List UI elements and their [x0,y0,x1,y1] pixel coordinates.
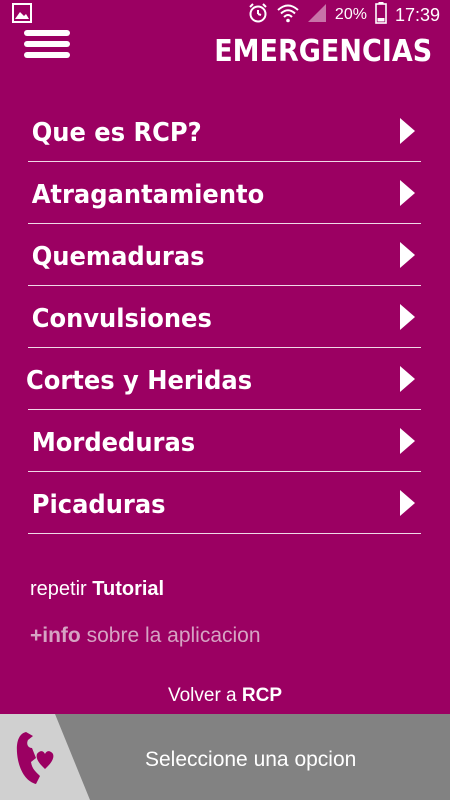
emergency-menu-list: Que es RCP? Atragantamiento Quemaduras C… [26,100,421,534]
menu-line [24,30,70,36]
hamburger-menu-icon[interactable] [24,30,70,62]
menu-item-cortes-heridas[interactable]: Cortes y Heridas [26,348,421,410]
status-time: 17:39 [394,4,440,25]
menu-item-mordeduras[interactable]: Mordeduras [28,410,421,472]
info-bold: +info [30,624,81,647]
bottom-message: Seleccione una opcion [145,748,357,771]
tutorial-bold: Tutorial [92,578,165,600]
menu-item-label: Convulsiones [31,303,212,334]
menu-item-label: Mordeduras [31,427,196,458]
chevron-right-icon [400,304,415,330]
menu-item-label: Quemaduras [31,241,205,272]
chevron-right-icon [400,490,415,516]
app-header: EMERGENCIAS [0,30,450,82]
chevron-right-icon [400,366,415,392]
signal-icon [307,3,327,28]
back-to-rcp-link[interactable]: Volver a RCP [0,685,450,707]
back-prefix: Volver a [167,685,237,706]
menu-item-label: Picaduras [31,489,166,520]
menu-item-picaduras[interactable]: Picaduras [28,472,421,534]
alarm-icon [247,2,269,29]
status-left [12,2,32,28]
menu-item-label: Que es RCP? [31,117,202,148]
chevron-right-icon [400,180,415,206]
info-suffix: sobre la aplicacion [86,624,261,647]
repeat-tutorial-link[interactable]: repetir Tutorial [30,578,164,601]
wifi-icon [277,3,299,28]
app-title: EMERGENCIAS [214,34,432,69]
status-right: 20% 17:39 [247,1,440,29]
chevron-right-icon [400,428,415,454]
chevron-right-icon [400,118,415,144]
battery-percent: 20% [334,6,367,23]
status-bar: 20% 17:39 [0,0,450,30]
menu-line [24,41,70,47]
phone-heart-icon [0,714,90,800]
more-info-link[interactable]: +info sobre la aplicacion [30,624,261,648]
image-notification-icon [12,2,32,28]
menu-item-label: Atragantamiento [31,179,265,210]
tutorial-prefix: repetir [30,578,87,600]
bottom-bar: Seleccione una opcion [0,714,450,800]
menu-item-label: Cortes y Heridas [26,365,253,396]
menu-item-convulsiones[interactable]: Convulsiones [28,286,421,348]
menu-item-rcp[interactable]: Que es RCP? [28,100,421,162]
chevron-right-icon [400,242,415,268]
battery-icon [375,1,387,29]
back-bold: RCP [241,685,283,706]
menu-item-quemaduras[interactable]: Quemaduras [28,224,421,286]
menu-item-atragantamiento[interactable]: Atragantamiento [28,162,421,224]
menu-line [24,52,70,58]
